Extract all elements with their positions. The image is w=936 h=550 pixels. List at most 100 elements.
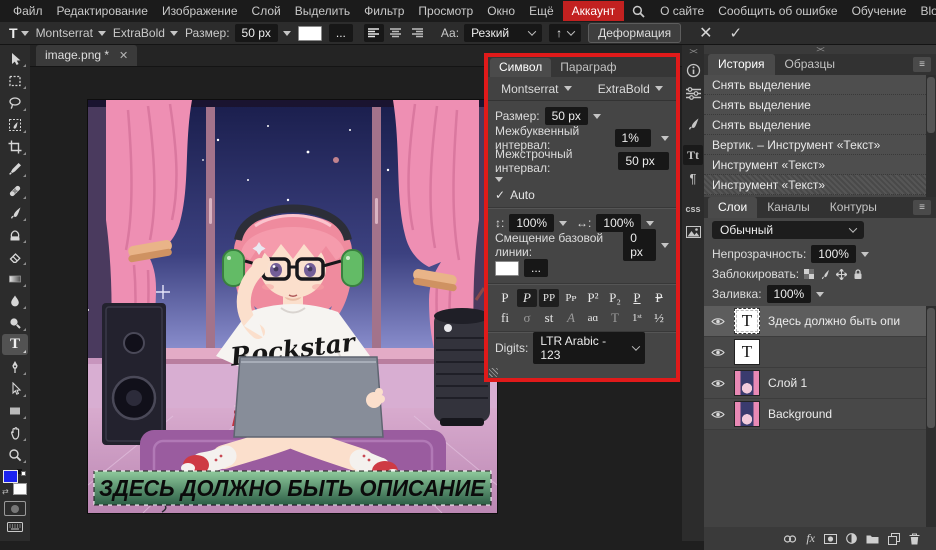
layers-scrollbar[interactable] xyxy=(926,306,936,527)
menu-edit[interactable]: Редактирование xyxy=(50,1,155,21)
menu-about[interactable]: О сайте xyxy=(653,1,711,21)
menu-select[interactable]: Выделить xyxy=(288,1,357,21)
history-item[interactable]: Инструмент «Текст» xyxy=(704,155,926,175)
menu-window[interactable]: Окно xyxy=(480,1,522,21)
close-tab-icon[interactable]: ✕ xyxy=(119,49,128,62)
cp-font-style-select[interactable]: ExtraBold xyxy=(598,82,663,96)
dropdown-arrow-icon[interactable] xyxy=(646,221,654,226)
paragraph-panel-icon[interactable]: ¶ xyxy=(683,168,703,188)
confirm-edit-icon[interactable]: ✓ xyxy=(725,24,748,42)
menu-file[interactable]: Файл xyxy=(6,1,50,21)
account-button[interactable]: Аккаунт xyxy=(563,1,624,21)
cp-more-button[interactable]: ... xyxy=(524,259,548,277)
history-scrollbar[interactable] xyxy=(926,75,936,197)
layer-row[interactable]: Background xyxy=(704,399,926,430)
layer-name[interactable]: Background xyxy=(768,407,832,421)
delete-layer-icon[interactable] xyxy=(909,533,920,545)
panel-resize-handle[interactable] xyxy=(489,368,498,377)
crop-tool[interactable] xyxy=(2,136,28,157)
document-tab[interactable]: image.png * ✕ xyxy=(36,45,137,66)
font-size-input[interactable]: 50 px xyxy=(235,24,278,42)
tab-character[interactable]: Символ xyxy=(490,58,551,77)
adjustment-layer-icon[interactable] xyxy=(846,533,857,544)
history-item[interactable]: Снять выделение xyxy=(704,115,926,135)
add-mask-icon[interactable] xyxy=(824,534,837,544)
type-tool[interactable]: T xyxy=(2,334,28,355)
default-colors-icon[interactable] xyxy=(17,469,26,474)
tab-paragraph[interactable]: Параграф xyxy=(551,58,625,77)
menu-report-bug[interactable]: Сообщить об ошибке xyxy=(711,1,844,21)
digits-select[interactable]: LTR Arabic - 123 xyxy=(533,332,645,364)
menu-view[interactable]: Просмотр xyxy=(411,1,480,21)
healing-brush-tool[interactable] xyxy=(2,180,28,201)
search-icon[interactable] xyxy=(624,3,653,20)
active-tool-indicator[interactable]: T xyxy=(9,25,29,41)
align-right-button[interactable] xyxy=(408,24,428,42)
zoom-tool[interactable] xyxy=(2,444,28,465)
menu-blog[interactable]: Blog xyxy=(913,1,936,21)
new-layer-icon[interactable] xyxy=(888,533,900,545)
text-color-swatch[interactable] xyxy=(298,26,322,41)
eyedropper-tool[interactable] xyxy=(2,158,28,179)
dodge-tool[interactable] xyxy=(2,312,28,333)
canvas-image[interactable]: Rockstar xyxy=(88,100,497,513)
dropdown-arrow-icon[interactable] xyxy=(661,243,669,248)
tab-layers[interactable]: Слои xyxy=(708,197,757,218)
layer-visibility-toggle[interactable] xyxy=(710,317,726,326)
info-panel-icon[interactable] xyxy=(683,60,703,80)
pen-tool[interactable] xyxy=(2,356,28,377)
antialias-select[interactable]: Резкий xyxy=(464,24,542,42)
lock-transparency-icon[interactable] xyxy=(804,269,814,279)
link-layers-icon[interactable] xyxy=(783,535,797,543)
lock-pixels-icon[interactable] xyxy=(820,269,830,280)
tab-paths[interactable]: Контуры xyxy=(820,197,887,218)
warp-text-button[interactable]: Деформация xyxy=(588,23,681,43)
small-caps-button[interactable]: Pᴘ xyxy=(561,289,581,307)
cp-tracking-input[interactable]: 1% xyxy=(615,129,651,147)
gradient-tool[interactable] xyxy=(2,268,28,289)
lock-all-icon[interactable] xyxy=(853,269,863,280)
image-panel-icon[interactable] xyxy=(683,222,703,242)
history-item-current[interactable]: Инструмент «Текст» xyxy=(704,175,926,195)
align-center-button[interactable] xyxy=(386,24,406,42)
dropdown-arrow-icon[interactable] xyxy=(559,221,567,226)
ordinals-button[interactable]: 1ˢᵗ xyxy=(627,309,647,327)
cancel-edit-icon[interactable]: ✕ xyxy=(694,23,717,43)
text-layer-thumbnail[interactable]: T xyxy=(734,339,760,365)
css-panel-icon[interactable]: css xyxy=(683,199,703,219)
more-options-button[interactable]: ... xyxy=(329,24,353,42)
cp-size-input[interactable]: 50 px xyxy=(545,107,588,125)
dropdown-arrow-icon[interactable] xyxy=(283,31,291,36)
layer-name[interactable]: Здесь должно быть опи xyxy=(768,314,900,328)
cp-leading-input[interactable]: 50 px xyxy=(618,152,669,170)
image-layer-thumbnail[interactable] xyxy=(734,370,760,396)
swap-colors-icon[interactable]: ⇄ xyxy=(2,488,9,496)
layers-menu-button[interactable]: ≡ xyxy=(913,200,931,215)
lasso-tool[interactable] xyxy=(2,92,28,113)
menu-image[interactable]: Изображение xyxy=(155,1,245,21)
tab-channels[interactable]: Каналы xyxy=(757,197,820,218)
cp-font-family-select[interactable]: Montserrat xyxy=(501,82,571,96)
underline-button[interactable]: P xyxy=(627,289,647,307)
menu-layer[interactable]: Слой xyxy=(245,1,288,21)
tab-swatches[interactable]: Образцы xyxy=(775,54,845,75)
clone-stamp-tool[interactable] xyxy=(2,224,28,245)
layer-row[interactable]: T Здесь должно быть опи xyxy=(704,306,926,337)
menu-learn[interactable]: Обучение xyxy=(845,1,914,21)
dropdown-arrow-icon[interactable] xyxy=(593,114,601,119)
contextual-alternates-button[interactable]: σ xyxy=(517,309,537,327)
opacity-input[interactable]: 100% xyxy=(811,245,856,263)
all-caps-button[interactable]: PP xyxy=(539,289,559,307)
menu-more[interactable]: Ещё xyxy=(522,1,561,21)
rectangle-shape-tool[interactable] xyxy=(2,400,28,421)
fill-input[interactable]: 100% xyxy=(767,285,812,303)
layer-effects-icon[interactable]: fx xyxy=(806,531,815,546)
layer-row[interactable]: T xyxy=(704,337,926,368)
quick-select-tool[interactable] xyxy=(2,114,28,135)
history-item[interactable]: Вертик. – Инструмент «Текст» xyxy=(704,135,926,155)
text-layer-thumbnail[interactable]: T xyxy=(734,308,760,334)
dropdown-arrow-icon[interactable] xyxy=(861,252,869,257)
blend-mode-select[interactable]: Обычный xyxy=(712,221,864,239)
lock-position-icon[interactable] xyxy=(836,269,847,280)
faux-italic-button[interactable]: P xyxy=(517,289,537,307)
